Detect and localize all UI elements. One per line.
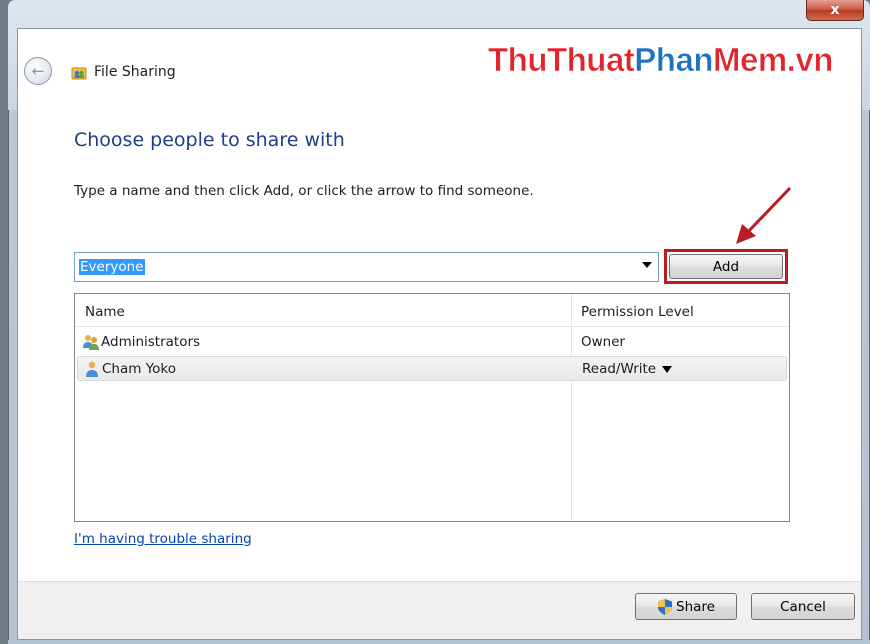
column-header-permission[interactable]: Permission Level [581,304,694,320]
row-name: Cham Yoko [102,361,177,377]
column-divider [571,294,572,521]
close-button[interactable]: x [806,0,864,21]
name-combobox[interactable]: Everyone [74,252,659,282]
back-arrow-icon: ← [31,62,45,80]
back-button[interactable]: ← [24,57,52,85]
dropdown-arrow-icon[interactable] [642,262,652,268]
row-permission: Owner [581,334,626,350]
add-button[interactable]: Add [669,254,783,279]
share-button[interactable]: Share [635,593,737,620]
close-icon: x [830,2,840,18]
file-sharing-icon [71,67,87,80]
uac-shield-icon [658,598,673,615]
user-icon [86,361,98,377]
annotation-arrow [736,186,792,244]
name-input-value[interactable]: Everyone [79,259,145,275]
share-label: Share [676,598,715,615]
chevron-down-icon[interactable] [662,365,673,373]
watermark-logo: ThuThuatPhanMem.vn [488,41,834,79]
list-header: Name Permission Level [75,294,789,327]
window-bottom-edge [8,640,870,644]
instruction-text: Type a name and then click Add, or click… [74,183,534,199]
group-users-icon [83,335,99,350]
row-name: Administrators [101,334,201,350]
permission-dropdown[interactable]: Read/Write [582,361,673,377]
list-item[interactable]: Administrators Owner [75,330,789,355]
cancel-button[interactable]: Cancel [751,593,855,620]
trouble-sharing-link[interactable]: I'm having trouble sharing [74,531,252,547]
column-header-name[interactable]: Name [85,304,125,320]
window-title: File Sharing [94,64,176,80]
dialog-content: ← File Sharing ThuThuatPhanMem.vn Choose… [17,28,862,640]
share-list: Name Permission Level Administrators Own… [74,293,790,522]
list-item-selected[interactable]: Cham Yoko Read/Write [77,356,787,381]
page-heading: Choose people to share with [74,129,345,151]
